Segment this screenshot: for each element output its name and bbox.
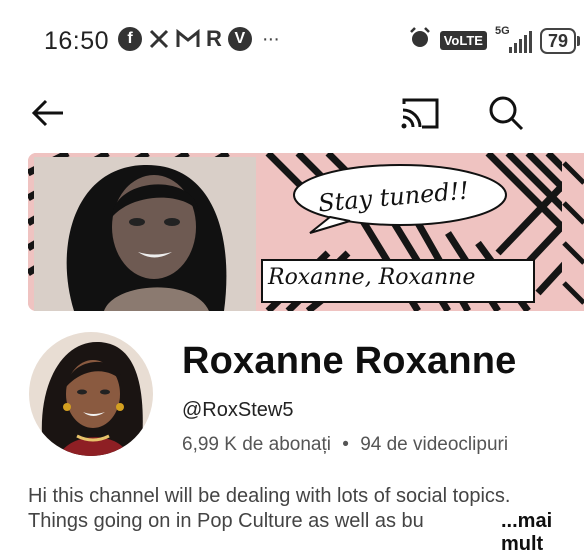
banner-caption: Roxanne, Roxanne xyxy=(268,265,476,290)
banner-photo xyxy=(34,157,256,311)
avatar-image xyxy=(29,332,153,456)
more-link[interactable]: ...mai mult xyxy=(497,510,584,556)
network-type-label: 5G xyxy=(494,24,510,37)
channel-description-line2[interactable]: Things going on in Pop Culture as well a… xyxy=(28,510,424,533)
notification-icons: f R V ··· xyxy=(118,26,280,52)
facebook-icon: f xyxy=(118,27,142,51)
v-app-icon: V xyxy=(227,27,252,51)
back-arrow-icon xyxy=(31,99,63,127)
cast-button[interactable] xyxy=(400,93,440,133)
back-button[interactable] xyxy=(28,93,68,133)
x-icon xyxy=(148,26,170,52)
stats-separator: • xyxy=(342,434,349,455)
top-toolbar xyxy=(0,85,584,140)
gmail-icon xyxy=(176,26,200,52)
signal-icon: 5G xyxy=(495,25,532,53)
battery-indicator: 79 xyxy=(539,27,581,54)
search-icon xyxy=(489,96,524,131)
channel-avatar[interactable] xyxy=(29,332,153,456)
subscriber-count: 6,99 K de abonați xyxy=(182,434,331,455)
status-time: 16:50 xyxy=(44,27,110,55)
status-bar: 16:50 f R V ··· VoLTE 5G 79 xyxy=(0,0,584,80)
system-icons: VoLTE 5G 79 xyxy=(408,25,581,55)
alarm-icon xyxy=(408,26,432,55)
channel-description[interactable]: Hi this channel will be dealing with lot… xyxy=(28,482,584,511)
channel-stats: 6,99 K de abonați • 94 de videoclipuri xyxy=(182,434,508,456)
r-app-icon: R xyxy=(206,26,222,51)
video-count: 94 de videoclipuri xyxy=(360,434,509,455)
channel-banner: Stay tuned!! Roxanne, Roxanne xyxy=(28,153,584,311)
channel-name: Roxanne Roxanne xyxy=(182,340,517,382)
search-button[interactable] xyxy=(486,93,526,133)
cast-icon xyxy=(401,98,439,129)
volte-badge: VoLTE xyxy=(439,31,487,50)
more-notifications-icon: ··· xyxy=(261,27,280,50)
channel-handle: @RoxStew5 xyxy=(182,399,294,421)
